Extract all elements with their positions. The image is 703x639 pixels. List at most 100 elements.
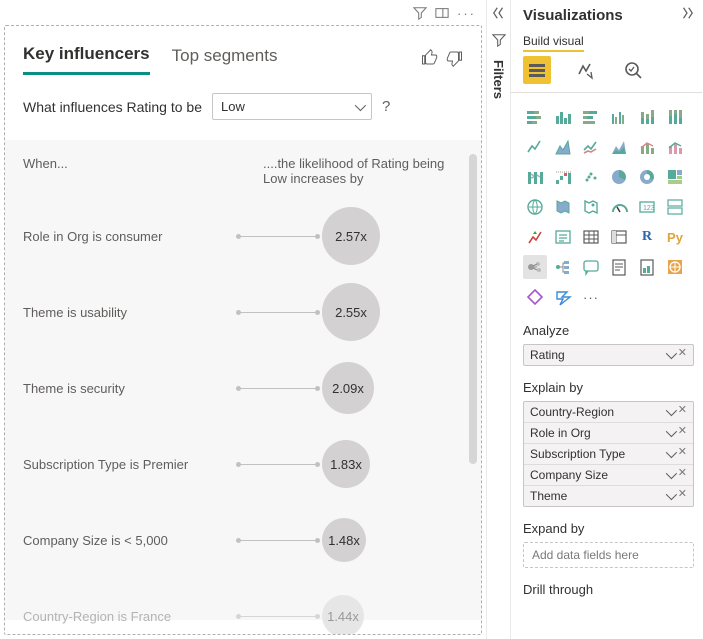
chevron-down-icon[interactable] xyxy=(666,405,674,419)
filters-pane-label[interactable]: Filters xyxy=(491,60,506,99)
thumbs-up-icon[interactable] xyxy=(421,49,439,70)
100stacked-column-icon[interactable] xyxy=(663,105,687,129)
target-value-select[interactable]: Low xyxy=(212,93,372,120)
thumbs-down-icon[interactable] xyxy=(445,49,463,70)
influencer-row[interactable]: Role in Org is consumer2.57x xyxy=(23,198,463,274)
py-visual-icon[interactable]: Py xyxy=(663,225,687,249)
combo2-icon[interactable] xyxy=(663,135,687,159)
key-influencers-icon[interactable] xyxy=(523,255,547,279)
influencer-bubble[interactable]: 2.57x xyxy=(322,207,380,265)
expand-filters-icon[interactable] xyxy=(492,6,506,23)
shape-map-icon[interactable] xyxy=(579,195,603,219)
filter-icon[interactable] xyxy=(413,6,427,23)
connector-line xyxy=(238,464,318,465)
card-icon[interactable]: 123 xyxy=(635,195,659,219)
decomposition-icon[interactable] xyxy=(551,255,575,279)
remove-field-icon[interactable]: ✕ xyxy=(678,489,687,503)
table-icon[interactable] xyxy=(579,225,603,249)
treemap-icon[interactable] xyxy=(663,165,687,189)
influencer-bubble[interactable]: 1.44x xyxy=(322,595,364,635)
slicer-icon[interactable] xyxy=(551,225,575,249)
filter-pane-icon[interactable] xyxy=(492,33,506,50)
influencer-row[interactable]: Country-Region is France1.44x xyxy=(23,578,463,635)
influencer-row[interactable]: Theme is security2.09x xyxy=(23,350,463,426)
influencer-row[interactable]: Theme is usability 2.55x xyxy=(23,274,463,350)
influencer-row[interactable]: Subscription Type is Premier1.83x xyxy=(23,426,463,502)
arcgis-icon[interactable] xyxy=(663,255,687,279)
filled-map-icon[interactable] xyxy=(551,195,575,219)
narrative-icon[interactable] xyxy=(607,255,631,279)
focus-mode-icon[interactable] xyxy=(435,6,449,23)
area-icon[interactable] xyxy=(551,135,575,159)
stacked-bar-icon[interactable] xyxy=(523,105,547,129)
field-item[interactable]: Rating ✕ xyxy=(524,345,693,365)
influencer-label: Company Size is < 5,000 xyxy=(23,533,238,548)
field-item[interactable]: Subscription Type ✕ xyxy=(524,444,693,465)
stacked-area-icon[interactable] xyxy=(607,135,631,159)
remove-field-icon[interactable]: ✕ xyxy=(678,426,687,440)
stacked-bar2-icon[interactable] xyxy=(579,105,603,129)
build-visual-mode[interactable] xyxy=(523,56,551,84)
powerapps-icon[interactable] xyxy=(523,285,547,309)
field-item[interactable]: Country-Region ✕ xyxy=(524,402,693,423)
clustered-column2-icon[interactable] xyxy=(607,105,631,129)
help-icon[interactable]: ? xyxy=(382,98,390,115)
drill-through-label: Drill through xyxy=(523,582,694,597)
matrix-icon[interactable] xyxy=(607,225,631,249)
chevron-down-icon[interactable] xyxy=(666,489,674,503)
expand-by-placeholder[interactable]: Add data fields here xyxy=(523,542,694,568)
field-label: Theme xyxy=(530,489,567,503)
gauge-icon[interactable] xyxy=(607,195,631,219)
pie-icon[interactable] xyxy=(607,165,631,189)
col-likely-header: ....the likelihood of Rating being Low i… xyxy=(263,156,463,186)
chevron-down-icon[interactable] xyxy=(666,426,674,440)
mode-row xyxy=(523,56,694,92)
influencer-label: Theme is usability xyxy=(23,305,238,320)
more-visuals-icon[interactable]: ··· xyxy=(579,285,603,309)
chevron-down-icon[interactable] xyxy=(666,348,674,362)
remove-field-icon[interactable]: ✕ xyxy=(678,405,687,419)
powerautomate-icon[interactable] xyxy=(551,285,575,309)
influencer-bubble[interactable]: 2.09x xyxy=(322,362,374,414)
donut-icon[interactable] xyxy=(635,165,659,189)
remove-field-icon[interactable]: ✕ xyxy=(678,348,687,362)
connector-line xyxy=(238,236,318,237)
clustered-column-icon[interactable] xyxy=(551,105,575,129)
paginated-icon[interactable] xyxy=(635,255,659,279)
multi-card-icon[interactable] xyxy=(663,195,687,219)
more-icon[interactable]: ··· xyxy=(457,6,476,23)
line2-icon[interactable] xyxy=(579,135,603,159)
tab-top-segments[interactable]: Top segments xyxy=(172,46,278,74)
remove-field-icon[interactable]: ✕ xyxy=(678,447,687,461)
chevron-down-icon[interactable] xyxy=(666,447,674,461)
chevron-down-icon[interactable] xyxy=(666,468,674,482)
influencer-bubble[interactable]: 2.55x xyxy=(322,283,380,341)
collapse-visualizations-icon[interactable] xyxy=(680,6,694,24)
map-icon[interactable] xyxy=(523,195,547,219)
explain-by-well[interactable]: Country-Region ✕Role in Org ✕Subscriptio… xyxy=(523,401,694,507)
scatter-icon[interactable] xyxy=(579,165,603,189)
influencer-row[interactable]: Company Size is < 5,000 1.48x xyxy=(23,502,463,578)
analytics-mode[interactable] xyxy=(619,56,647,84)
qa-icon[interactable] xyxy=(579,255,603,279)
waterfall-icon[interactable] xyxy=(551,165,575,189)
visual-type-grid: 123 RPy ··· xyxy=(523,105,694,309)
r-visual-icon[interactable]: R xyxy=(635,225,659,249)
ribbon-icon[interactable] xyxy=(523,165,547,189)
kpi-icon[interactable] xyxy=(523,225,547,249)
remove-field-icon[interactable]: ✕ xyxy=(678,468,687,482)
analyze-well[interactable]: Rating ✕ xyxy=(523,344,694,366)
field-item[interactable]: Theme ✕ xyxy=(524,486,693,506)
tab-key-influencers[interactable]: Key influencers xyxy=(23,44,150,75)
influencer-bubble[interactable]: 1.83x xyxy=(322,440,370,488)
field-item[interactable]: Role in Org ✕ xyxy=(524,423,693,444)
line-icon[interactable] xyxy=(523,135,547,159)
stacked-column-icon[interactable] xyxy=(635,105,659,129)
format-visual-mode[interactable] xyxy=(571,56,599,84)
influencer-bubble[interactable]: 1.48x xyxy=(322,518,366,562)
connector-line xyxy=(238,312,318,313)
field-item[interactable]: Company Size ✕ xyxy=(524,465,693,486)
scrollbar[interactable] xyxy=(469,154,477,464)
combo-icon[interactable] xyxy=(635,135,659,159)
connector-line xyxy=(238,616,318,617)
